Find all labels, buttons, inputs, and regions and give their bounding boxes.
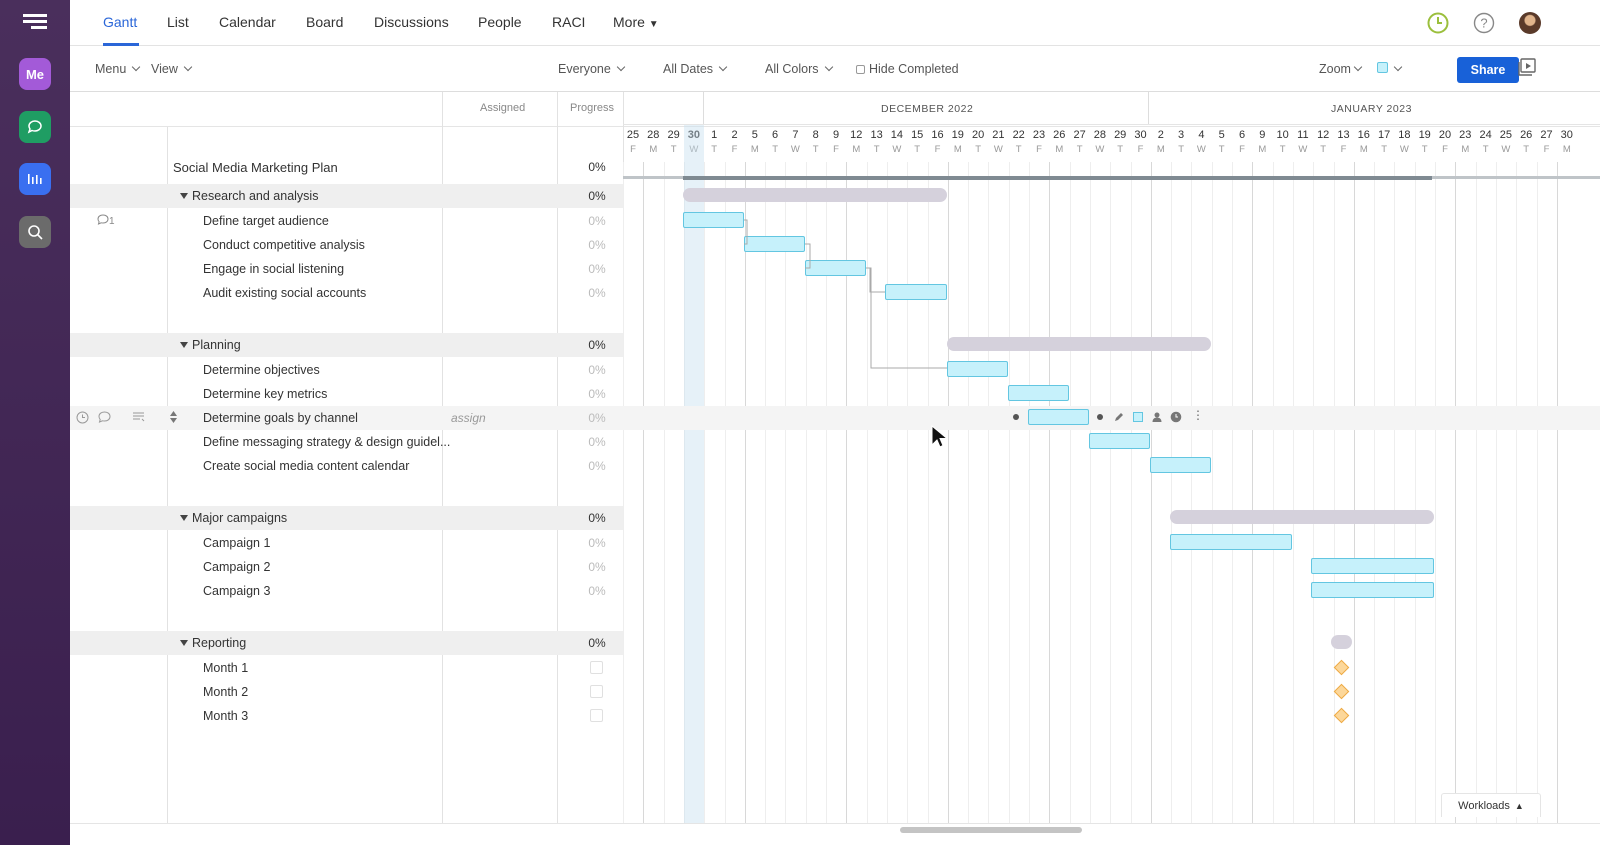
collapse-triangle-icon [180,342,188,348]
drag-handle-icon[interactable] [169,410,178,424]
workloads-button[interactable]: Workloads ▲ [1441,793,1541,817]
section-name: Reporting [180,636,246,650]
section-label: Major campaigns [192,511,288,525]
task-row[interactable]: 1 Define target audience 0% [70,209,1600,233]
notes-icon[interactable] [132,411,145,423]
task-progress: 0% [588,435,606,449]
section-label: Reporting [192,636,247,650]
section-progress: 0% [588,338,606,352]
gantt-button[interactable] [19,163,51,195]
section-progress: 0% [588,189,606,203]
task-progress: 0% [588,363,606,377]
section-name: Research and analysis [180,189,318,203]
chat-icon [27,120,42,134]
task-name: Engage in social listening [203,262,345,276]
task-row-hovered[interactable]: Determine goals by channel assign 0% [70,406,1600,430]
task-progress: 0% [588,560,606,574]
task-progress: 0% [588,262,606,276]
section-name: Major campaigns [180,511,287,525]
chat-button[interactable] [19,111,51,143]
task-name: Month 3 [203,709,249,723]
task-row[interactable]: Campaign 3 0% [70,579,1600,603]
task-name: Create social media content calendar [203,459,410,473]
milestone-checkbox[interactable] [590,661,603,674]
plan-row[interactable]: Social Media Marketing Plan 0% [70,155,1600,179]
task-row[interactable]: Create social media content calendar 0% [70,454,1600,478]
task-progress: 0% [588,411,606,425]
collapse-triangle-icon [180,193,188,199]
section-row[interactable]: Planning 0% [70,333,623,357]
task-name: Campaign 2 [203,560,271,574]
section-progress: 0% [588,511,606,525]
milestone-checkbox[interactable] [590,685,603,698]
milestone-checkbox[interactable] [590,709,603,722]
task-rows: Social Media Marketing Plan 0% Research … [70,0,1600,845]
task-name: Month 1 [203,661,249,675]
section-label: Planning [192,338,241,352]
task-progress: 0% [588,459,606,473]
task-name: Conduct competitive analysis [203,238,365,252]
comment-count[interactable]: 1 [97,214,115,227]
task-row[interactable]: Determine objectives 0% [70,358,1600,382]
search-button[interactable] [19,216,51,248]
task-row[interactable]: Audit existing social accounts 0% [70,281,1600,305]
caret-up-icon: ▲ [1514,800,1524,811]
task-row[interactable]: Campaign 1 0% [70,531,1600,555]
task-name: Define messaging strategy & design guide… [203,435,451,449]
app-main: Gantt List Calendar Board Discussions Pe… [70,0,1600,845]
section-row[interactable]: Research and analysis 0% [70,184,623,208]
task-name: Campaign 3 [203,584,271,598]
bars-icon [28,174,42,184]
task-name: Define target audience [203,214,329,228]
horizontal-scrollbar[interactable] [70,823,1600,845]
task-name: Month 2 [203,685,249,699]
section-row[interactable]: Reporting 0% [70,631,623,655]
task-row[interactable]: Conduct competitive analysis 0% [70,233,1600,257]
task-name: Campaign 1 [203,536,271,550]
task-progress: 0% [588,214,606,228]
plan-progress: 0% [588,160,606,174]
comment-count-value: 1 [109,216,115,227]
app-rail: Me [0,0,70,845]
task-progress: 0% [588,387,606,401]
task-row[interactable]: Campaign 2 0% [70,555,1600,579]
me-button[interactable]: Me [19,58,51,90]
task-progress: 0% [588,238,606,252]
workloads-label: Workloads [1458,799,1510,812]
collapse-triangle-icon [180,515,188,521]
section-label: Research and analysis [192,189,319,203]
task-progress: 0% [588,584,606,598]
milestone-row[interactable]: Month 3 [70,704,1600,728]
task-row[interactable]: Engage in social listening 0% [70,257,1600,281]
task-name: Determine key metrics [203,387,328,401]
plan-name: Social Media Marketing Plan [173,160,338,175]
comment-icon[interactable] [98,411,111,423]
clock-icon[interactable] [76,411,89,424]
search-icon [28,225,43,240]
task-progress: 0% [588,536,606,550]
assign-link[interactable]: assign [451,411,486,425]
task-row[interactable]: Define messaging strategy & design guide… [70,430,1600,454]
task-name: Audit existing social accounts [203,286,367,300]
section-progress: 0% [588,636,606,650]
section-name: Planning [180,338,241,352]
logo-icon[interactable] [23,14,47,32]
task-name: Determine goals by channel [203,411,358,425]
collapse-triangle-icon [180,640,188,646]
milestone-row[interactable]: Month 1 [70,656,1600,680]
task-row[interactable]: Determine key metrics 0% [70,382,1600,406]
task-name: Determine objectives [203,363,320,377]
scrollbar-thumb[interactable] [900,827,1082,833]
milestone-row[interactable]: Month 2 [70,680,1600,704]
section-row[interactable]: Major campaigns 0% [70,506,623,530]
comment-icon [97,214,109,225]
task-progress: 0% [588,286,606,300]
